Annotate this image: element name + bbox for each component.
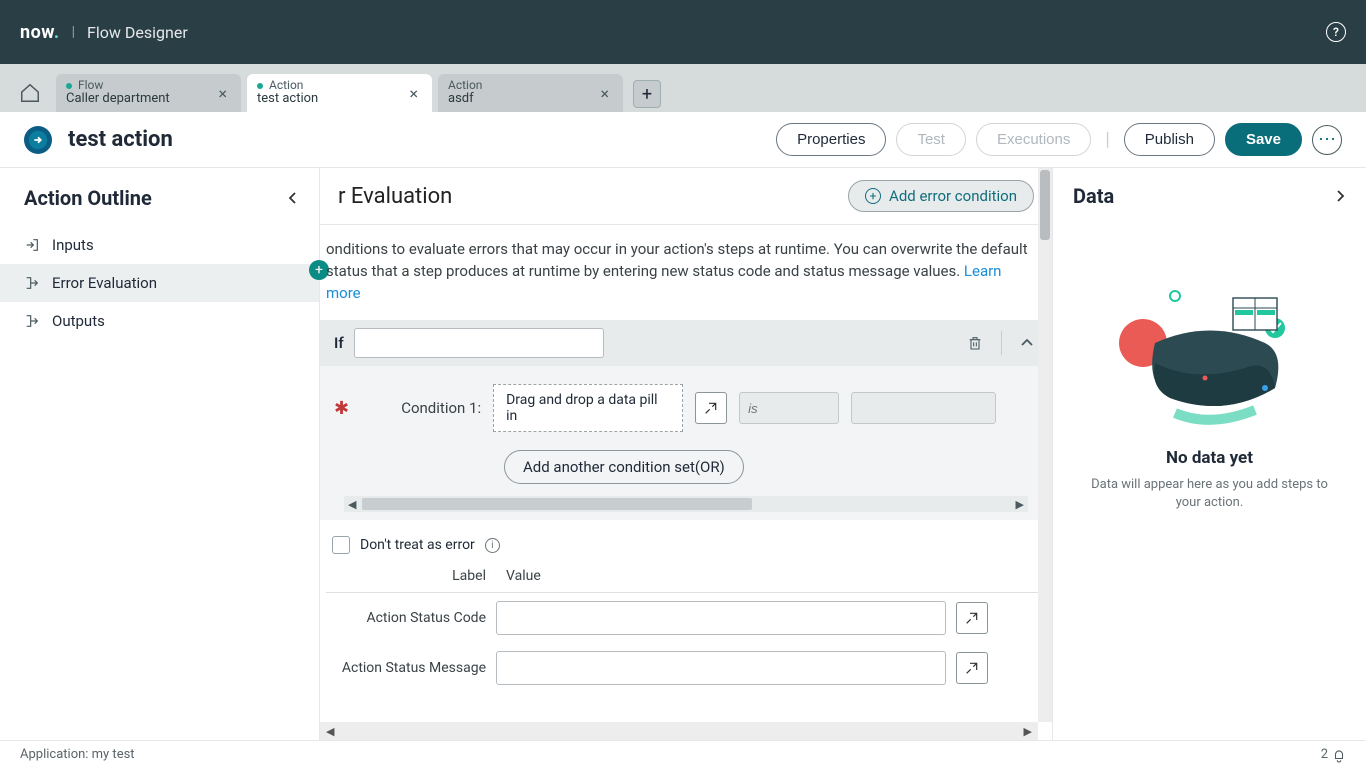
if-label: If	[334, 334, 344, 352]
data-pill-picker-button[interactable]	[956, 652, 988, 684]
app-header: now. | Flow Designer ?	[0, 0, 1366, 64]
vertical-scrollbar[interactable]	[1038, 168, 1052, 722]
publish-button[interactable]: Publish	[1124, 123, 1215, 156]
chevron-right-icon[interactable]: ▶	[1024, 725, 1032, 738]
operator-select[interactable]	[739, 392, 839, 424]
footer-bar: Application: my test 2	[0, 740, 1366, 768]
header-left: now. | Flow Designer	[20, 22, 188, 43]
no-data-title: No data yet	[1073, 448, 1346, 468]
help-button[interactable]: ?	[1326, 22, 1346, 42]
label-value-header: Label Value	[326, 562, 1046, 593]
notification-count: 2	[1321, 747, 1328, 762]
collapse-condition-button[interactable]	[1016, 332, 1038, 354]
error-eval-icon	[24, 275, 42, 291]
dont-treat-as-error-checkbox[interactable]	[332, 536, 350, 554]
condition-label: Condition 1:	[371, 399, 481, 417]
test-button[interactable]: Test	[896, 123, 966, 156]
product-name: Flow Designer	[87, 23, 188, 42]
delete-condition-button[interactable]	[963, 330, 987, 356]
main-area: Action Outline Inputs Error Evaluation	[0, 168, 1366, 740]
data-pill-picker-button[interactable]	[956, 602, 988, 634]
add-condition-set-button[interactable]: Add another condition set(OR)	[504, 450, 744, 484]
executions-button[interactable]: Executions	[976, 123, 1091, 156]
outline-item-label: Outputs	[52, 312, 105, 330]
modified-dot-icon	[66, 83, 72, 89]
outline-item-outputs[interactable]: Outputs	[0, 302, 319, 340]
chevron-right-icon[interactable]	[1334, 189, 1346, 203]
outline-item-error-evaluation[interactable]: Error Evaluation	[0, 264, 319, 302]
condition-section: If ✱ Condition 1:	[320, 320, 1052, 520]
chevron-left-icon[interactable]: ◀	[344, 498, 360, 511]
more-menu-button[interactable]: ⋯	[1312, 125, 1342, 155]
tab-flow-caller-department[interactable]: Flow Caller department ×	[56, 74, 241, 112]
no-data-body: Data will appear here as you add steps t…	[1073, 476, 1346, 512]
modified-dot-icon	[257, 83, 263, 89]
outline-item-label: Inputs	[52, 236, 94, 254]
divider: |	[72, 24, 75, 40]
action-bar: test action Properties Test Executions |…	[0, 112, 1366, 168]
save-button[interactable]: Save	[1225, 123, 1302, 156]
close-icon[interactable]: ×	[596, 82, 613, 105]
logo: now.	[20, 22, 60, 43]
chevron-left-icon[interactable]: ◀	[326, 725, 334, 738]
properties-button[interactable]: Properties	[776, 123, 886, 156]
condition-header: If	[320, 320, 1052, 366]
empty-state-illustration	[1115, 288, 1305, 428]
info-icon[interactable]: i	[485, 538, 500, 553]
data-panel-title: Data	[1073, 184, 1114, 208]
outline-item-label: Error Evaluation	[52, 274, 157, 292]
data-pill-picker-button[interactable]	[695, 392, 727, 424]
output-icon	[24, 313, 42, 329]
panel-description: onditions to evaluate errors that may oc…	[320, 225, 1052, 310]
condition-row: ✱ Condition 1: Drag and drop a data pill…	[334, 384, 1038, 432]
add-tab-button[interactable]: +	[633, 80, 661, 108]
input-icon	[24, 237, 42, 253]
home-tab[interactable]	[10, 74, 50, 112]
action-icon	[24, 126, 52, 154]
data-panel: Data No data yet	[1052, 168, 1366, 740]
add-error-condition-button[interactable]: + Add error condition	[848, 180, 1034, 212]
bell-icon[interactable]	[1332, 747, 1346, 763]
action-status-message-input[interactable]	[496, 651, 946, 685]
separator: |	[1101, 129, 1113, 150]
plus-icon: +	[865, 188, 881, 204]
close-icon[interactable]: ×	[405, 82, 422, 105]
dont-treat-as-error-row: Don't treat as error i	[326, 520, 1046, 562]
field-label: Action Status Message	[326, 660, 486, 676]
data-pill-dropzone[interactable]: Drag and drop a data pill in	[493, 384, 683, 432]
action-name: test action	[68, 127, 173, 152]
horizontal-scrollbar[interactable]: ◀ ▶	[320, 722, 1038, 740]
application-label: Application: my test	[20, 747, 135, 762]
value-input[interactable]	[851, 392, 996, 424]
condition-horizontal-scrollbar[interactable]: ◀ ▶	[344, 496, 1028, 512]
dont-treat-as-error-label: Don't treat as error	[360, 537, 475, 553]
action-outline-sidebar: Action Outline Inputs Error Evaluation	[0, 168, 320, 740]
tab-action-asdf[interactable]: Action asdf ×	[438, 74, 623, 112]
action-status-code-row: Action Status Code	[326, 593, 1046, 643]
tabs-bar: Flow Caller department × Action test act…	[0, 64, 1366, 112]
collapse-sidebar-button[interactable]	[287, 191, 299, 205]
tab-action-test-action[interactable]: Action test action ×	[247, 74, 432, 112]
field-label: Action Status Code	[326, 610, 486, 626]
sidebar-title: Action Outline	[24, 186, 152, 210]
panel-heading: r Evaluation	[338, 184, 452, 209]
outline-item-inputs[interactable]: Inputs	[0, 226, 319, 264]
error-evaluation-panel: r Evaluation + Add error condition ondit…	[320, 168, 1052, 740]
chevron-right-icon[interactable]: ▶	[1012, 498, 1028, 511]
action-status-message-row: Action Status Message	[326, 643, 1046, 693]
condition-name-input[interactable]	[354, 328, 604, 358]
required-indicator: ✱	[334, 398, 359, 419]
action-status-code-input[interactable]	[496, 601, 946, 635]
close-icon[interactable]: ×	[214, 82, 231, 105]
